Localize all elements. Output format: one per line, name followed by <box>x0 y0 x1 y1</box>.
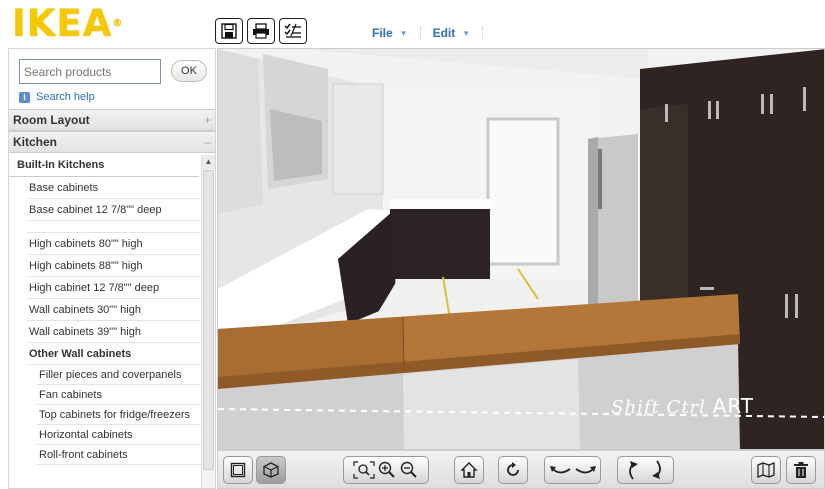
logo-text: IKEA <box>12 2 113 45</box>
list-group-other-wall-cabinets[interactable]: Other Wall cabinets <box>27 343 201 365</box>
registered-mark: ® <box>112 18 124 29</box>
list-item[interactable]: Wall cabinets 30"" high <box>27 299 201 321</box>
3d-view-icon <box>263 462 279 478</box>
pan-right-icon[interactable] <box>574 462 598 478</box>
zoom-fit-icon[interactable] <box>353 461 375 479</box>
save-icon <box>221 23 237 39</box>
category-label: Room Layout <box>13 113 90 127</box>
pan-controls[interactable] <box>544 456 601 484</box>
list-item[interactable]: Base cabinet 12 7/8"" deep <box>27 199 201 221</box>
zoom-controls[interactable] <box>343 456 429 484</box>
file-menu-label: File <box>372 26 393 40</box>
chevron-down-icon: ▼ <box>399 28 408 38</box>
list-item[interactable]: Horizontal cabinets <box>37 425 201 445</box>
category-kitchen[interactable]: Kitchen – <box>9 131 215 153</box>
list-item[interactable]: Fan cabinets <box>37 385 201 405</box>
watermark: Shift Ctrl ART <box>611 394 754 418</box>
edit-menu[interactable]: Edit ▼ <box>421 26 483 40</box>
product-sidebar: OK i Search help Room Layout + Kitchen –… <box>8 48 216 489</box>
pan-left-icon[interactable] <box>548 462 572 478</box>
search-help-label: Search help <box>36 91 95 103</box>
2d-view-button[interactable] <box>223 456 253 484</box>
search-row: OK <box>19 59 207 84</box>
category-room-layout[interactable]: Room Layout + <box>9 109 215 131</box>
sidebar-scrollbar[interactable]: ▲ <box>201 155 215 488</box>
list-item[interactable]: Wall cabinets 39"" high <box>27 321 201 343</box>
2d-view-icon <box>230 462 246 478</box>
menu-divider <box>482 27 484 39</box>
zoom-out-icon[interactable] <box>399 461 419 479</box>
3d-kitchen-view[interactable]: Shift Ctrl ART <box>217 48 825 450</box>
list-item[interactable]: Roll-front cabinets <box>37 445 201 465</box>
subcategory-built-in-kitchens[interactable]: Built-In Kitchens <box>9 155 199 177</box>
edit-menu-label: Edit <box>432 26 456 40</box>
home-view-button[interactable] <box>454 456 484 484</box>
list-item[interactable]: Top cabinets for fridge/freezers <box>37 405 201 425</box>
floor-plan-button[interactable] <box>751 456 781 484</box>
watermark-art: ART <box>712 394 754 418</box>
list-item[interactable]: Base cabinets <box>27 177 201 199</box>
category-label: Kitchen <box>13 135 58 149</box>
view-toolbar <box>217 450 825 489</box>
search-help-link[interactable]: i Search help <box>19 91 95 103</box>
scrollbar-thumb[interactable] <box>203 170 214 470</box>
collapse-icon: – <box>204 135 211 149</box>
tilt-controls[interactable] <box>617 456 674 484</box>
rotate-icon <box>507 462 519 476</box>
ikea-logo: IKEA® <box>12 5 192 42</box>
kitchen-render <box>218 49 824 449</box>
zoom-in-icon[interactable] <box>377 461 397 479</box>
product-list: Built-In Kitchens Base cabinets Base cab… <box>9 155 215 488</box>
product-list-scroll: Built-In Kitchens Base cabinets Base cab… <box>9 155 201 488</box>
list-spacer <box>27 221 201 233</box>
file-toolbar <box>215 18 307 44</box>
ikea-kitchen-planner: IKEA® File ▼ Edit ▼ Search products OK i… <box>0 0 825 489</box>
list-item[interactable]: Filler pieces and coverpanels <box>37 365 201 385</box>
checklist-icon <box>284 23 301 38</box>
trash-icon <box>794 462 808 478</box>
list-item[interactable]: High cabinet 12 7/8"" deep <box>27 277 201 299</box>
watermark-text: Shift Ctrl <box>611 397 706 418</box>
floor-plan-icon <box>757 462 775 478</box>
scroll-up-icon[interactable]: ▲ <box>202 155 215 169</box>
list-item[interactable]: High cabinets 88"" high <box>27 255 201 277</box>
chevron-down-icon: ▼ <box>462 28 471 38</box>
home-view-icon <box>460 462 478 478</box>
search-ok-button[interactable]: OK <box>171 60 207 82</box>
menu-bar: File ▼ Edit ▼ <box>360 26 484 40</box>
search-input[interactable] <box>19 59 161 84</box>
file-menu[interactable]: File ▼ <box>360 26 420 40</box>
tilt-up-icon[interactable] <box>623 459 645 481</box>
rotate-button[interactable] <box>498 456 528 484</box>
expand-icon: + <box>203 113 211 127</box>
print-button[interactable] <box>247 18 275 44</box>
list-item[interactable]: High cabinets 80"" high <box>27 233 201 255</box>
3d-view-button[interactable] <box>256 456 286 484</box>
print-icon <box>253 23 269 39</box>
save-button[interactable] <box>215 18 243 44</box>
checklist-button[interactable] <box>279 18 307 44</box>
tilt-down-icon[interactable] <box>647 459 669 481</box>
help-icon: i <box>19 91 30 103</box>
delete-button[interactable] <box>786 456 816 484</box>
